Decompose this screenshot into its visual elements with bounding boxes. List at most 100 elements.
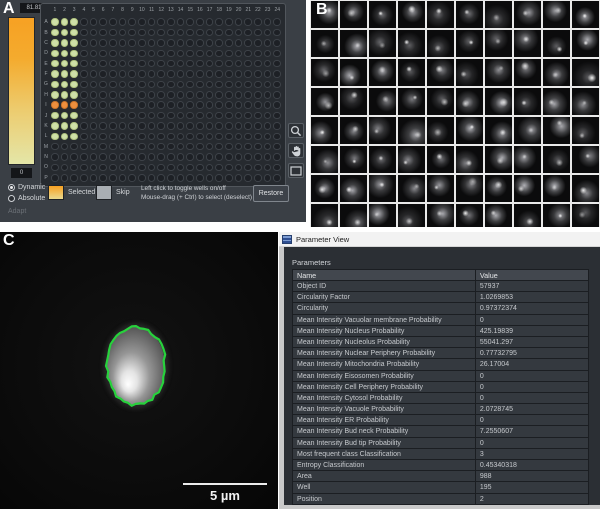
well-A17[interactable] <box>206 18 213 25</box>
well-G5[interactable] <box>90 81 97 88</box>
well-O1[interactable] <box>51 164 58 171</box>
well-M11[interactable] <box>148 143 155 150</box>
well-K14[interactable] <box>177 122 184 129</box>
well-O10[interactable] <box>138 164 145 171</box>
cell-thumbnail[interactable] <box>572 59 599 86</box>
well-C17[interactable] <box>206 39 213 46</box>
well-H15[interactable] <box>186 91 193 98</box>
well-L14[interactable] <box>177 133 184 140</box>
cell-thumbnail[interactable] <box>340 59 367 86</box>
well-I1[interactable] <box>51 101 58 108</box>
well-O15[interactable] <box>186 164 193 171</box>
well-J24[interactable] <box>273 112 280 119</box>
well-I14[interactable] <box>177 101 184 108</box>
well-M5[interactable] <box>90 143 97 150</box>
well-O9[interactable] <box>128 164 135 171</box>
well-E8[interactable] <box>119 60 126 67</box>
cell-thumbnail[interactable] <box>369 175 396 202</box>
cell-thumbnail[interactable] <box>572 204 599 227</box>
marquee-tool-button[interactable] <box>288 163 304 178</box>
well-N3[interactable] <box>70 153 77 160</box>
well-D24[interactable] <box>273 50 280 57</box>
cell-thumbnail[interactable] <box>456 59 483 86</box>
well-C3[interactable] <box>70 39 77 46</box>
well-I13[interactable] <box>167 101 174 108</box>
well-O22[interactable] <box>254 164 261 171</box>
well-F12[interactable] <box>157 70 164 77</box>
well-B13[interactable] <box>167 29 174 36</box>
well-M18[interactable] <box>215 143 222 150</box>
well-C24[interactable] <box>273 39 280 46</box>
cell-thumbnail[interactable] <box>456 175 483 202</box>
well-L11[interactable] <box>148 133 155 140</box>
well-N1[interactable] <box>51 153 58 160</box>
well-H14[interactable] <box>177 91 184 98</box>
cell-thumbnail[interactable] <box>340 204 367 227</box>
well-A7[interactable] <box>109 18 116 25</box>
radio-absolute[interactable]: Absolute <box>8 195 45 202</box>
well-N16[interactable] <box>196 153 203 160</box>
cell-thumbnail[interactable] <box>340 1 367 28</box>
well-D4[interactable] <box>80 50 87 57</box>
well-F11[interactable] <box>148 70 155 77</box>
well-D9[interactable] <box>128 50 135 57</box>
well-M7[interactable] <box>109 143 116 150</box>
well-H8[interactable] <box>119 91 126 98</box>
well-L6[interactable] <box>99 133 106 140</box>
well-O23[interactable] <box>264 164 271 171</box>
well-E18[interactable] <box>215 60 222 67</box>
cell-thumbnail[interactable] <box>427 59 454 86</box>
well-N24[interactable] <box>273 153 280 160</box>
well-I20[interactable] <box>235 101 242 108</box>
well-L20[interactable] <box>235 133 242 140</box>
well-H1[interactable] <box>51 91 58 98</box>
well-C2[interactable] <box>61 39 68 46</box>
cell-thumbnail[interactable] <box>572 175 599 202</box>
well-N15[interactable] <box>186 153 193 160</box>
cell-thumbnail[interactable] <box>514 30 541 57</box>
well-J20[interactable] <box>235 112 242 119</box>
well-H21[interactable] <box>244 91 251 98</box>
well-G8[interactable] <box>119 81 126 88</box>
cell-thumbnail[interactable] <box>485 88 512 115</box>
well-F10[interactable] <box>138 70 145 77</box>
well-O19[interactable] <box>225 164 232 171</box>
well-C8[interactable] <box>119 39 126 46</box>
cell-thumbnail[interactable] <box>514 204 541 227</box>
cell-thumbnail[interactable] <box>340 175 367 202</box>
well-O6[interactable] <box>99 164 106 171</box>
cell-thumbnail[interactable] <box>398 146 425 173</box>
well-H16[interactable] <box>196 91 203 98</box>
well-E9[interactable] <box>128 60 135 67</box>
well-H6[interactable] <box>99 91 106 98</box>
well-M12[interactable] <box>157 143 164 150</box>
well-L9[interactable] <box>128 133 135 140</box>
well-K19[interactable] <box>225 122 232 129</box>
well-G11[interactable] <box>148 81 155 88</box>
well-B14[interactable] <box>177 29 184 36</box>
well-C5[interactable] <box>90 39 97 46</box>
well-F9[interactable] <box>128 70 135 77</box>
well-G16[interactable] <box>196 81 203 88</box>
well-G13[interactable] <box>167 81 174 88</box>
well-F24[interactable] <box>273 70 280 77</box>
well-J9[interactable] <box>128 112 135 119</box>
well-E6[interactable] <box>99 60 106 67</box>
well-E24[interactable] <box>273 60 280 67</box>
well-J17[interactable] <box>206 112 213 119</box>
cell-thumbnail[interactable] <box>572 88 599 115</box>
well-N23[interactable] <box>264 153 271 160</box>
well-G12[interactable] <box>157 81 164 88</box>
cell-thumbnail[interactable] <box>427 146 454 173</box>
well-I4[interactable] <box>80 101 87 108</box>
well-C1[interactable] <box>51 39 58 46</box>
well-K3[interactable] <box>70 122 77 129</box>
well-M10[interactable] <box>138 143 145 150</box>
well-F5[interactable] <box>90 70 97 77</box>
well-A5[interactable] <box>90 18 97 25</box>
cell-thumbnail[interactable] <box>485 146 512 173</box>
well-C11[interactable] <box>148 39 155 46</box>
well-K17[interactable] <box>206 122 213 129</box>
well-L7[interactable] <box>109 133 116 140</box>
well-C22[interactable] <box>254 39 261 46</box>
